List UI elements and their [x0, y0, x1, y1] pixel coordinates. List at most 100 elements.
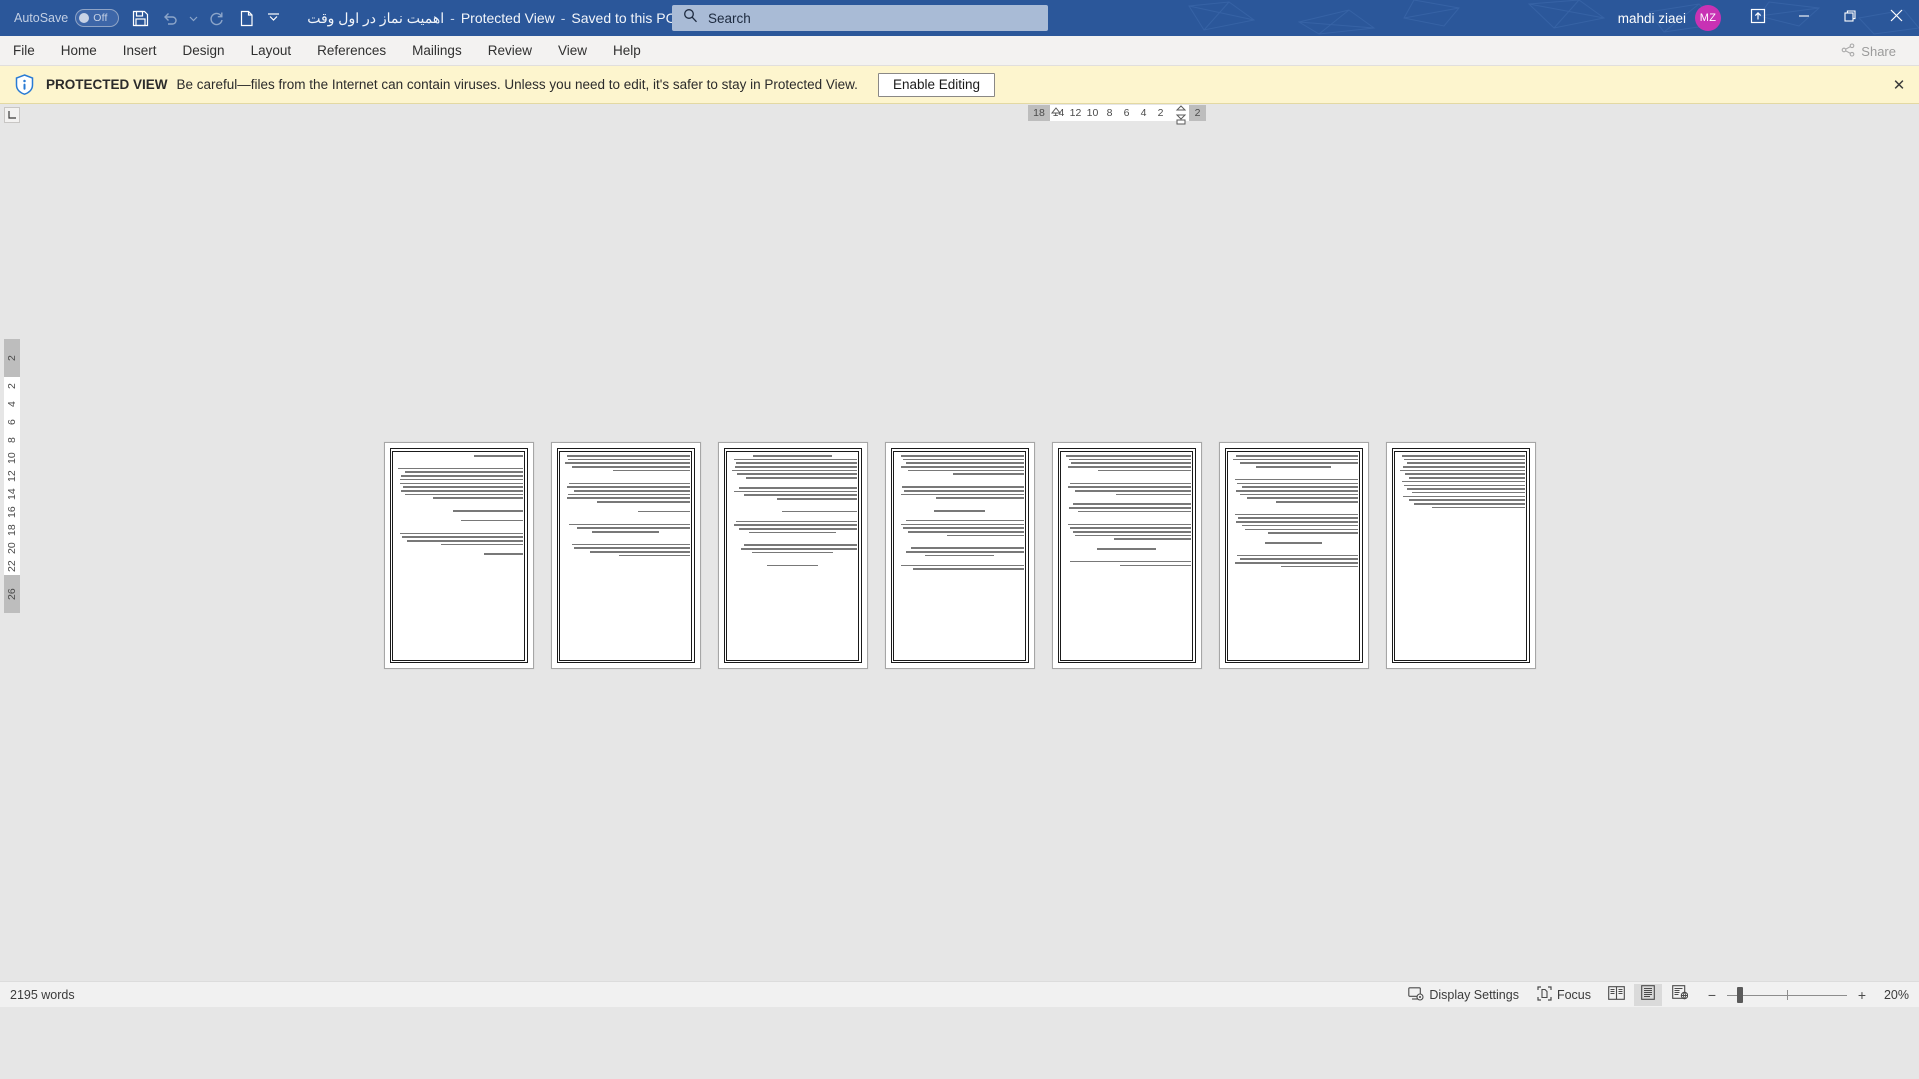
search-box[interactable]: Search	[672, 5, 1048, 31]
word-count[interactable]: 2195 words	[0, 988, 75, 1002]
minimize-button[interactable]	[1781, 0, 1827, 36]
focus-button[interactable]: Focus	[1528, 984, 1600, 1006]
document-title-group[interactable]: اهميت نماز در اول وقت - Protected View -…	[307, 10, 692, 27]
zoom-slider[interactable]	[1727, 987, 1847, 1003]
text-line	[905, 551, 1024, 553]
save-button[interactable]	[125, 3, 155, 33]
read-mode-view-button[interactable]	[1602, 984, 1630, 1006]
document-page[interactable]	[383, 442, 534, 669]
tab-help[interactable]: Help	[600, 36, 654, 65]
protected-view-title: PROTECTED VIEW	[46, 77, 168, 92]
document-page[interactable]	[1218, 442, 1369, 669]
text-line	[1242, 524, 1358, 527]
enable-editing-button[interactable]: Enable Editing	[877, 72, 996, 97]
tab-references[interactable]: References	[304, 36, 399, 65]
tab-review[interactable]: Review	[475, 36, 545, 65]
text-line	[399, 478, 523, 481]
ribbon-display-options-button[interactable]	[1735, 0, 1781, 36]
text-line	[1097, 548, 1156, 550]
tab-layout[interactable]: Layout	[238, 36, 305, 65]
close-window-button[interactable]	[1873, 0, 1919, 36]
avatar[interactable]: MZ	[1695, 5, 1721, 31]
text-line	[571, 466, 690, 468]
redo-button[interactable]	[201, 3, 231, 33]
text-line	[1120, 564, 1191, 567]
text-line	[1237, 554, 1358, 557]
new-document-button[interactable]	[231, 3, 261, 33]
zoom-control[interactable]: − + 20%	[1696, 987, 1911, 1003]
text-line	[1075, 489, 1191, 492]
undo-dropdown-button[interactable]	[185, 3, 201, 33]
text-line	[440, 543, 523, 546]
tab-insert[interactable]: Insert	[110, 36, 170, 65]
autosave-toggle[interactable]: AutoSave Off	[8, 9, 125, 27]
customize-quick-access-toolbar-button[interactable]	[261, 3, 285, 33]
close-banner-button[interactable]: ✕	[1889, 75, 1909, 95]
zoom-out-button[interactable]: −	[1706, 987, 1718, 1003]
indent-markers[interactable]	[1174, 104, 1188, 128]
read-mode-icon	[1607, 985, 1625, 1005]
autosave-state: Off	[93, 12, 108, 24]
text-line	[905, 462, 1024, 464]
text-line	[1067, 523, 1191, 526]
text-line	[1067, 486, 1191, 488]
display-settings-label: Display Settings	[1429, 988, 1519, 1002]
text-line	[638, 510, 690, 513]
tab-selector-button[interactable]	[4, 107, 20, 123]
text-line	[407, 540, 523, 542]
text-line	[900, 523, 1024, 526]
autosave-switch[interactable]: Off	[75, 9, 120, 27]
account-name[interactable]: mahdi ziaei	[1618, 11, 1686, 26]
horizontal-ruler-tick: 6	[1118, 105, 1135, 121]
text-line	[574, 547, 690, 549]
print-layout-view-button[interactable]	[1634, 984, 1662, 1006]
horizontal-ruler[interactable]: 1814121086422	[0, 104, 1919, 126]
text-line	[1404, 458, 1525, 461]
text-line	[569, 482, 690, 485]
zoom-slider-thumb[interactable]	[1737, 987, 1743, 1003]
restore-button[interactable]	[1827, 0, 1873, 36]
document-page[interactable]	[1385, 442, 1536, 669]
zoom-in-button[interactable]: +	[1856, 987, 1868, 1003]
tab-home[interactable]: Home	[48, 36, 110, 65]
text-line	[1256, 466, 1331, 468]
share-icon	[1841, 42, 1855, 60]
zoom-level[interactable]: 20%	[1877, 988, 1911, 1002]
tab-design[interactable]: Design	[170, 36, 238, 65]
document-page[interactable]	[550, 442, 701, 669]
tab-file[interactable]: File	[0, 36, 48, 65]
text-line	[736, 520, 857, 523]
text-line	[1072, 503, 1191, 505]
undo-button[interactable]	[155, 3, 185, 33]
display-settings-button[interactable]: Display Settings	[1399, 984, 1528, 1006]
tab-view[interactable]: View	[545, 36, 600, 65]
vertical-ruler-tick: 22	[4, 557, 20, 575]
document-page[interactable]	[717, 442, 868, 669]
text-line	[748, 531, 837, 534]
text-line	[1242, 486, 1358, 488]
text-line	[461, 519, 523, 522]
minimize-icon	[1798, 9, 1810, 27]
search-icon	[683, 8, 698, 28]
tab-mailings[interactable]: Mailings	[399, 36, 475, 65]
document-page[interactable]	[1051, 442, 1202, 669]
text-line	[612, 469, 690, 472]
vertical-ruler[interactable]: 2 2 4 6 8 10 12 14 16 18 20 22 26	[4, 339, 20, 939]
text-line	[738, 527, 857, 530]
web-layout-view-button[interactable]	[1666, 984, 1694, 1006]
share-button[interactable]: Share	[1830, 39, 1907, 63]
text-line	[400, 489, 523, 492]
customize-quick-access-toolbar-icon	[267, 9, 280, 27]
undo-icon	[162, 10, 179, 27]
document-page[interactable]	[884, 442, 1035, 669]
left-indent-marker[interactable]	[1049, 104, 1063, 128]
vertical-ruler-tick: 18	[4, 521, 20, 539]
